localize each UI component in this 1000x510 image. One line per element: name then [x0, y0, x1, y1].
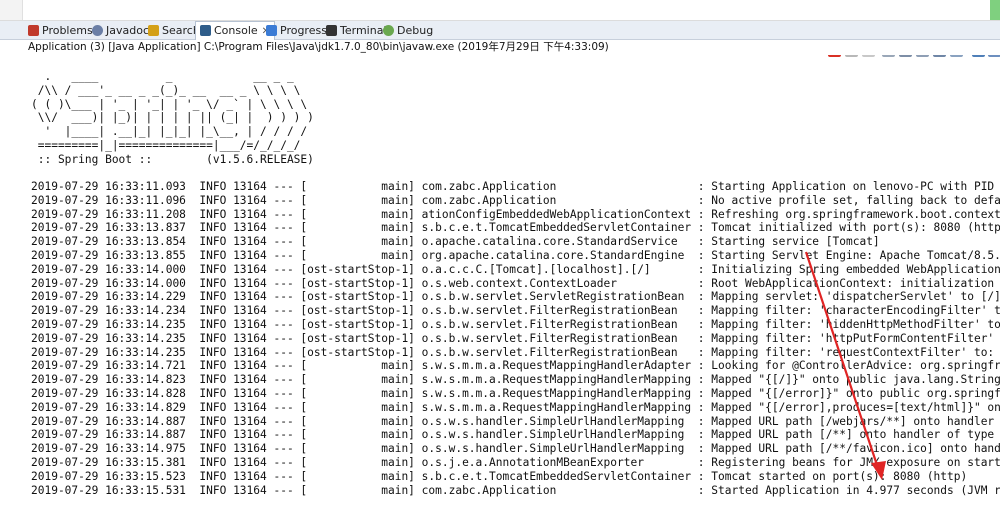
annotation-arrow [804, 251, 886, 480]
annotation-arrow-head [871, 461, 886, 480]
annotation-arrow-line [804, 251, 880, 469]
